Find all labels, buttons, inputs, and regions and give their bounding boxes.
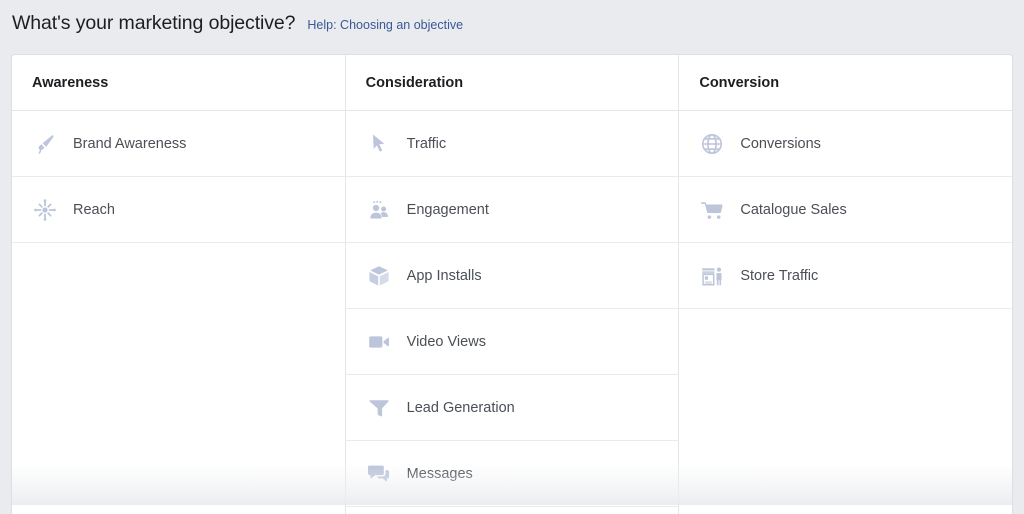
objective-selector-card: Awareness Brand Awareness Reach Considerati… (11, 54, 1013, 514)
objective-item-label: Messages (406, 465, 473, 482)
shopping-cart-icon (699, 197, 725, 223)
globe-icon (699, 131, 725, 157)
objective-item-label: Video Views (406, 333, 486, 350)
cursor-arrow-icon (366, 131, 392, 157)
column-header-consideration: Consideration (345, 55, 679, 111)
column-header-conversion: Conversion (679, 55, 1012, 111)
objective-item-label: Lead Generation (406, 399, 515, 416)
objective-item-label: Reach (73, 201, 115, 218)
objective-item-label: Brand Awareness (73, 135, 187, 152)
objective-item-label: Catalogue Sales (740, 201, 847, 218)
objective-item[interactable]: Catalogue Sales (679, 177, 1012, 243)
objective-item-label: Traffic (406, 135, 447, 152)
objective-column-conversion: Conversion Conversions Catalogue Sales Stor… (679, 55, 1012, 514)
megaphone-icon (32, 131, 58, 157)
objective-item[interactable]: Traffic (345, 111, 679, 177)
page-title: What's your marketing objective? (12, 12, 296, 34)
objective-item-label: App Installs (406, 267, 482, 284)
objective-columns: Awareness Brand Awareness Reach Considerati… (12, 55, 1012, 514)
storefront-icon (699, 263, 725, 289)
cube-box-icon (366, 263, 392, 289)
column-header-awareness: Awareness (12, 55, 345, 111)
objective-item[interactable]: Lead Generation (345, 375, 679, 441)
speech-bubbles-icon (366, 461, 392, 487)
objective-item[interactable]: Video Views (345, 309, 679, 375)
video-camera-icon (366, 329, 392, 355)
reach-starburst-icon (32, 197, 58, 223)
objective-item-label: Conversions (740, 135, 821, 152)
objective-item[interactable]: Messages (345, 441, 679, 507)
page-header: What's your marketing objective? Help: C… (0, 0, 1024, 42)
objective-item[interactable]: Brand Awareness (12, 111, 345, 177)
objective-item[interactable]: Reach (12, 177, 345, 243)
objective-item[interactable]: Engagement (345, 177, 679, 243)
objective-item-label: Engagement (406, 201, 489, 218)
help-choosing-objective-link[interactable]: Help: Choosing an objective (307, 18, 463, 32)
objective-item[interactable]: App Installs (345, 243, 679, 309)
objective-item[interactable]: Store Traffic (679, 243, 1012, 309)
objective-column-consideration: Consideration Traffic Engagement App Instal… (345, 55, 680, 514)
objective-item-label: Store Traffic (740, 267, 819, 284)
funnel-icon (366, 395, 392, 421)
objective-item[interactable]: Conversions (679, 111, 1012, 177)
people-group-icon (366, 197, 392, 223)
objective-column-awareness: Awareness Brand Awareness Reach (12, 55, 346, 514)
